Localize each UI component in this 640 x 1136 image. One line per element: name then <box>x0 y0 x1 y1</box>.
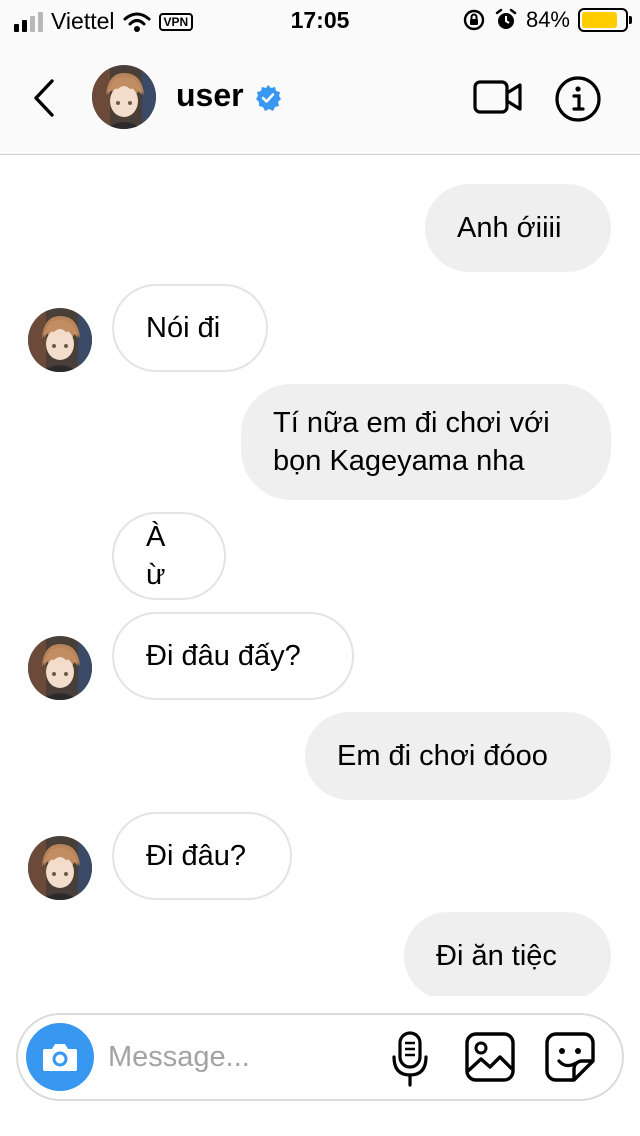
battery-icon <box>578 8 632 32</box>
battery-level-fill <box>582 12 618 28</box>
message-bubble-sent[interactable]: Tí nữa em đi chơi với bọn Kageyama nha <box>241 384 611 500</box>
video-camera-icon[interactable] <box>472 77 524 117</box>
message-text: À ừ <box>146 521 166 591</box>
sticker-icon[interactable] <box>544 1031 596 1083</box>
verified-badge-icon <box>256 85 281 111</box>
camera-icon <box>43 1044 77 1071</box>
message-bubble-received[interactable]: Nói đi <box>112 284 268 372</box>
message-bubble-received[interactable]: À ừ <box>112 512 226 600</box>
avatar[interactable] <box>28 836 92 900</box>
message-bubble-sent[interactable]: Em đi chơi đóoo <box>305 712 611 800</box>
message-text: Em đi chơi đóoo <box>337 740 548 772</box>
message-bubble-received[interactable]: Đi đâu? <box>112 812 292 900</box>
message-bubble-received[interactable]: Đi đâu đấy? <box>112 612 354 700</box>
chevron-left-icon[interactable] <box>28 75 64 121</box>
chat-header: user <box>0 40 640 155</box>
message-text: Đi đâu? <box>146 840 246 872</box>
message-text-line: Tí nữa em đi chơi với <box>273 407 550 439</box>
message-text-line: bọn Kageyama nha <box>273 445 525 477</box>
chat-username[interactable]: user <box>176 77 244 114</box>
alarm-icon <box>495 8 517 29</box>
microphone-icon[interactable] <box>390 1031 430 1087</box>
avatar[interactable] <box>28 308 92 372</box>
message-composer <box>16 1013 624 1101</box>
avatar[interactable] <box>92 65 156 129</box>
message-text: Anh ớiiii <box>457 212 562 244</box>
message-input[interactable] <box>108 1033 368 1081</box>
avatar[interactable] <box>28 636 92 700</box>
camera-button[interactable] <box>26 1023 94 1091</box>
message-text: Đi đâu đấy? <box>146 640 301 672</box>
message-thread[interactable]: Anh ớiiii Nói đi Tí nữa em đi chơi với b… <box>0 156 640 996</box>
battery-percent: 84% <box>525 7 570 32</box>
orientation-lock-icon <box>463 9 485 31</box>
info-icon[interactable] <box>554 75 602 123</box>
message-text: Đi ăn tiệc <box>436 940 557 972</box>
status-bar: Viettel VPN 17:05 84% <box>0 0 640 40</box>
message-text: Nói đi <box>146 312 221 344</box>
status-bar-right: 84% <box>462 7 632 33</box>
message-bubble-sent[interactable]: Anh ớiiii <box>425 184 611 272</box>
gallery-icon[interactable] <box>464 1031 516 1083</box>
message-bubble-sent[interactable]: Đi ăn tiệc <box>404 912 611 996</box>
